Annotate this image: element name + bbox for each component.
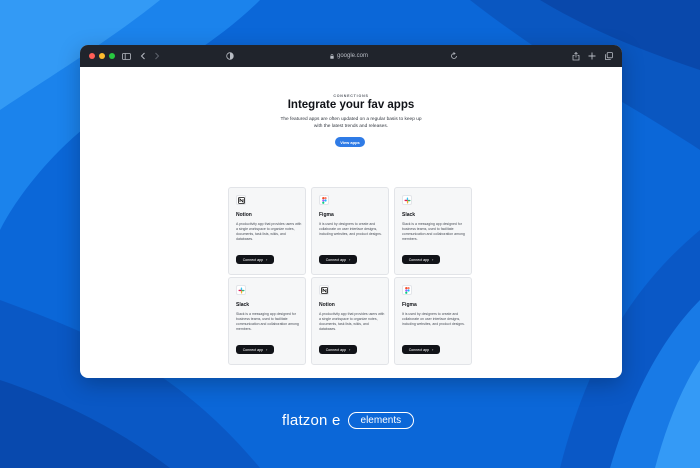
brand-tag: elements: [347, 411, 415, 429]
app-card-description: Slack is a messaging app designed for bu…: [236, 312, 299, 331]
notion-icon: [236, 195, 246, 205]
chevron-right-icon: ›: [349, 257, 351, 262]
page-title: Integrate your fav apps: [287, 99, 415, 111]
app-card-description: Slack is a messaging app designed for bu…: [402, 222, 465, 241]
app-card-description: A productivity app that provides users w…: [319, 312, 385, 331]
chevron-right-icon: ›: [266, 257, 268, 262]
share-icon[interactable]: [570, 50, 582, 62]
tabs-overview-icon[interactable]: [603, 50, 615, 62]
connect-app-button[interactable]: Connect app ›: [319, 255, 357, 264]
chevron-right-icon: ›: [432, 347, 434, 352]
connect-app-label: Connect app: [242, 347, 264, 352]
connect-app-button[interactable]: Connect app ›: [236, 345, 274, 354]
forward-icon[interactable]: [151, 50, 163, 62]
connect-app-label: Connect app: [325, 347, 347, 352]
app-card-title: Notion: [236, 212, 252, 218]
view-apps-button[interactable]: View apps: [335, 137, 365, 147]
address-bar[interactable]: google.com: [330, 51, 368, 61]
app-card-slack: Slack Slack is a messaging app designed …: [228, 277, 306, 365]
url-text: google.com: [337, 53, 369, 59]
connect-app-label: Connect app: [325, 257, 347, 262]
figma-icon: [319, 195, 329, 205]
sidebar-icon[interactable]: [120, 50, 132, 62]
app-card-title: Figma: [402, 302, 417, 308]
app-card-description: A productivity app that provides users w…: [236, 222, 302, 241]
close-window-button[interactable]: [89, 53, 95, 59]
browser-toolbar: google.com: [80, 45, 622, 67]
connect-app-label: Connect app: [408, 347, 430, 352]
slack-icon: [402, 195, 412, 205]
minimize-window-button[interactable]: [99, 53, 105, 59]
window-controls: [89, 53, 115, 59]
app-card-title: Figma: [319, 212, 334, 218]
app-card-description: It is used by designers to create and co…: [402, 312, 465, 326]
zoom-window-button[interactable]: [109, 53, 115, 59]
app-card-figma: Figma It is used by designers to create …: [311, 187, 389, 275]
connect-app-button[interactable]: Connect app ›: [236, 255, 274, 264]
app-card-slack: Slack Slack is a messaging app designed …: [394, 187, 472, 275]
app-card-description: It is used by designers to create and co…: [319, 222, 382, 236]
shield-icon[interactable]: [224, 50, 236, 62]
app-card-title: Notion: [319, 302, 335, 308]
new-tab-icon[interactable]: [586, 50, 598, 62]
app-card-title: Slack: [402, 212, 416, 218]
app-card-notion: Notion A productivity app that provides …: [228, 187, 306, 275]
section-eyebrow: CONNECTIONS: [333, 94, 369, 98]
app-card-title: Slack: [236, 302, 250, 308]
connect-app-button[interactable]: Connect app ›: [402, 255, 440, 264]
page-description: The featured apps are often updated on a…: [280, 117, 422, 129]
brand-name: flatzon e: [282, 411, 341, 429]
connect-app-label: Connect app: [408, 257, 430, 262]
slack-icon: [236, 285, 246, 295]
figma-icon: [402, 285, 412, 295]
chevron-right-icon: ›: [432, 257, 434, 262]
brand-lockup: flatzon e elements: [282, 410, 415, 430]
connect-app-button[interactable]: Connect app ›: [402, 345, 440, 354]
lock-icon: [330, 53, 334, 59]
notion-icon: [319, 285, 329, 295]
chevron-right-icon: ›: [349, 347, 351, 352]
page-content: CONNECTIONS Integrate your fav apps The …: [80, 67, 622, 378]
connect-app-button[interactable]: Connect app ›: [319, 345, 357, 354]
connect-app-label: Connect app: [242, 257, 264, 262]
app-card-figma: Figma It is used by designers to create …: [394, 277, 472, 365]
chevron-right-icon: ›: [266, 347, 268, 352]
browser-window: google.com CONNECTIONS Integrate your fa…: [80, 45, 622, 378]
reload-icon[interactable]: [448, 50, 460, 62]
back-icon[interactable]: [137, 50, 149, 62]
app-card-notion: Notion A productivity app that provides …: [311, 277, 389, 365]
